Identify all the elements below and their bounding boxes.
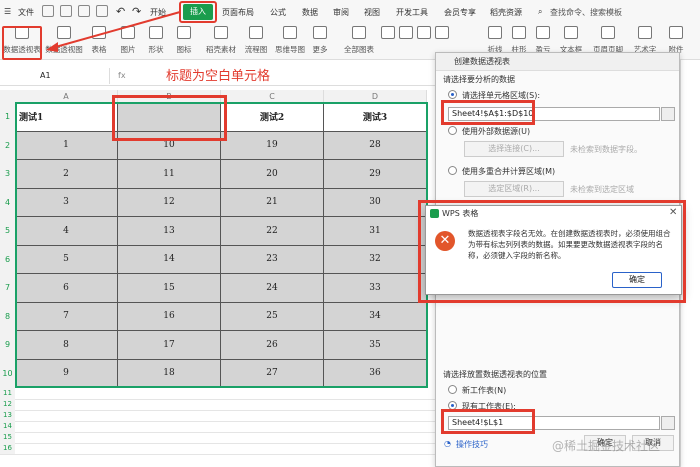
grid-line [0, 432, 440, 433]
select-connection-button[interactable]: 选择连接(C)... [464, 141, 564, 157]
row-header[interactable]: 1 [0, 103, 15, 132]
row-header[interactable]: 16 [0, 443, 15, 454]
name-box[interactable]: A1 [0, 68, 110, 84]
grid-line [0, 421, 440, 422]
location-highlight [441, 409, 535, 434]
grid-line [0, 454, 440, 455]
row-header[interactable]: 8 [0, 302, 15, 331]
radio-multi[interactable] [448, 166, 457, 175]
error-dialog-highlight [418, 200, 686, 303]
grid-line [0, 443, 440, 444]
grid-line [0, 410, 440, 411]
row-header[interactable]: 10 [0, 359, 15, 388]
tips-link[interactable]: 操作技巧 [456, 439, 488, 450]
row-header[interactable]: 7 [0, 274, 15, 303]
no-region-text: 未检索到选定区域 [570, 185, 634, 194]
row-header[interactable]: 6 [0, 245, 15, 274]
row-header[interactable]: 5 [0, 217, 15, 246]
pivot-dialog-title: 创建数据透视表 [436, 53, 679, 71]
row-header[interactable]: 9 [0, 331, 15, 360]
row-header[interactable]: 14 [0, 421, 15, 432]
watermark: @稀土掘金技术社区 [552, 439, 661, 453]
radio-external[interactable] [448, 126, 457, 135]
row-header[interactable]: 3 [0, 160, 15, 189]
radio-multi-label: 使用多重合并计算区域(M) [462, 167, 556, 176]
section-location-label: 请选择放置数据透视表的位置 [443, 370, 547, 379]
no-external-text: 未检索到数据字段。 [570, 145, 642, 154]
row-header[interactable]: 15 [0, 432, 15, 443]
radio-new-sheet-label: 新工作表(N) [462, 386, 507, 395]
row-header[interactable]: 11 [0, 388, 15, 399]
annotation-text: 标题为空白单元格 [166, 69, 271, 84]
location-picker-icon[interactable] [661, 416, 675, 430]
radio-new-sheet[interactable] [448, 385, 457, 394]
row-header[interactable]: 2 [0, 131, 15, 160]
radio-range[interactable] [448, 90, 457, 99]
row-header[interactable]: 13 [0, 410, 15, 421]
section-source-label: 请选择要分析的数据 [443, 75, 515, 84]
range-picker-icon[interactable] [661, 107, 675, 121]
grid-line [0, 399, 440, 400]
radio-external-label: 使用外部数据源(U) [462, 127, 531, 136]
select-all-corner[interactable] [0, 90, 15, 103]
selection-border [15, 102, 428, 388]
tips-icon[interactable]: ◔ [444, 439, 451, 448]
range-highlight [441, 100, 535, 125]
row-header[interactable]: 4 [0, 188, 15, 217]
row-header[interactable]: 12 [0, 399, 15, 410]
select-region-button[interactable]: 选定区域(R)... [464, 181, 564, 197]
fx-icon[interactable]: fx [118, 68, 126, 84]
blank-header-highlight [112, 95, 227, 141]
